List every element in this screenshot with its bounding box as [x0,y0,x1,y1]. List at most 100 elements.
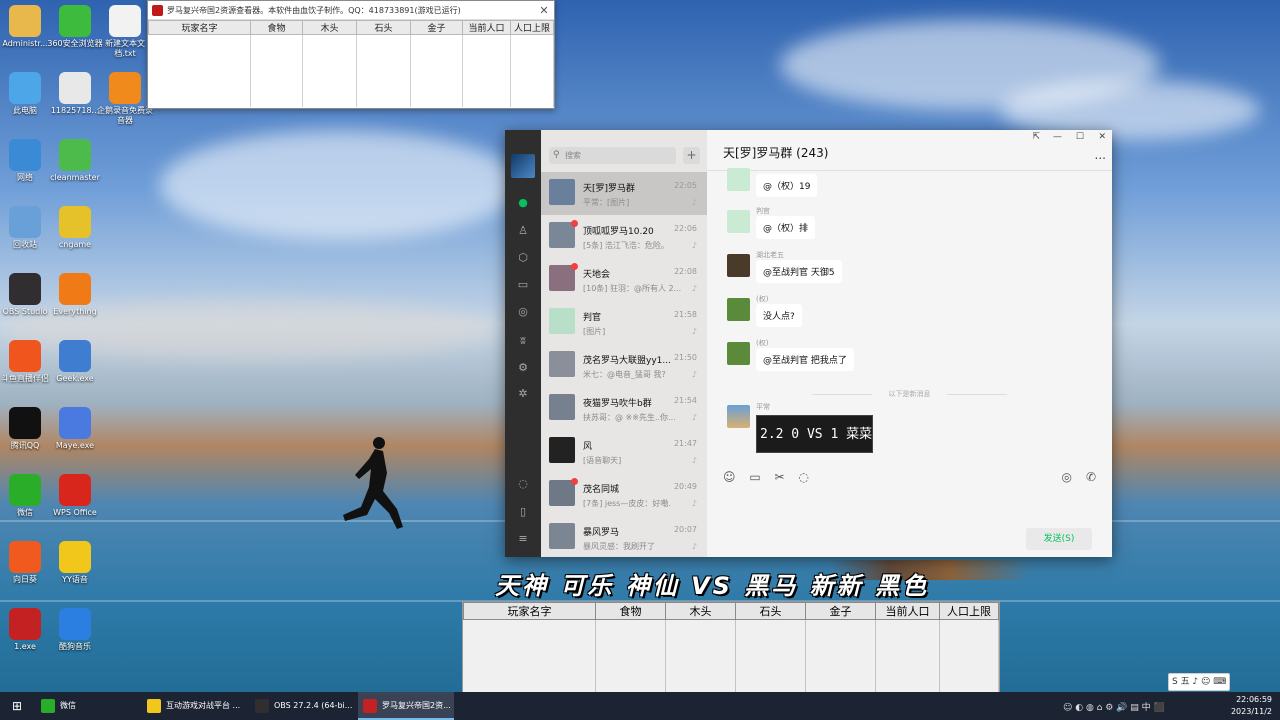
files-icon[interactable]: ▭ [516,278,530,292]
taskbar-item[interactable]: 罗马复兴帝国2资... [358,692,454,720]
resource-viewer-window[interactable]: 罗马复兴帝国2资源查看器。本软件由血饮子制作。QQ：418733891(游戏已运… [147,0,555,109]
system-tray[interactable]: ☺ ◐ ◍ ⌂ ⚙ 🔊 ▤ 中 ⬛ [1063,700,1165,713]
message-bubble[interactable]: @（权）排 [756,216,816,239]
desktop-icon[interactable]: Geek.exe [47,340,103,384]
minimize-icon[interactable]: — [1053,132,1062,142]
desktop-icon[interactable]: OBS Studio [0,273,53,317]
col-header: 人口上限 [939,602,999,620]
more-options-icon[interactable]: ... [1095,148,1106,162]
desktop-icon[interactable]: 此电脑 [0,72,53,116]
app-icon [363,699,377,713]
chat-list-item[interactable]: 夜猫罗马吹牛b群 21:54 扶苏哥：@ ※※先生..你... ♪ [541,387,707,430]
pin-icon[interactable]: ⇱ [1032,132,1040,142]
desktop-icon[interactable]: 向日葵 [0,541,53,585]
send-button[interactable]: 发送(S) [1026,528,1092,550]
moments-icon[interactable]: ◎ [516,305,530,319]
add-chat-button[interactable]: + [683,147,700,164]
chat-panel: 天[罗]罗马群 (243) ⇱ — ☐ ✕ ... @（权）19 判官 @（权）排湖… [707,130,1112,557]
desktop-icon[interactable]: cngame [47,206,103,250]
desktop-icon-label: 企鹅录音免费录音器 [97,106,153,125]
wechat-window[interactable]: ● ♙ ⬡ ▭ ◎ ʬ ⚙ ✲ ◌ ▯ ≡ ⚲ 搜索 + 天[罗]罗马群 22:0… [505,130,1112,557]
miniprogram-icon[interactable]: ⚙ [516,361,530,375]
avatar [549,351,575,377]
close-icon[interactable]: ✕ [1098,132,1106,142]
avatar[interactable] [727,254,750,277]
message-bubble[interactable]: @至战判官 天御5 [756,260,842,283]
video-icon[interactable]: ◎ [1062,470,1072,484]
chat-list-item[interactable]: 顶呱呱罗马10.20 22:06 [5条] 浩江飞浩：危险。 ♪ [541,215,707,258]
avatar[interactable] [727,168,750,191]
folder-icon[interactable]: ▭ [749,470,760,484]
clock[interactable]: 22:06:59 2023/11/2 [1231,694,1272,718]
video-message[interactable]: 2.2 0 VS 1 菜菜 [756,415,873,453]
desktop-icon[interactable]: 360安全浏览器 [47,5,103,49]
app-icon [9,72,41,104]
sender-name: 判官 [756,207,770,215]
avatar[interactable] [727,210,750,233]
search-input[interactable]: ⚲ 搜索 [549,147,676,164]
message-bubble[interactable]: @至战判官 把我点了 [756,348,854,371]
desktop-icon[interactable]: 斗鱼直播伴侣 [0,340,53,384]
chat-list-item[interactable]: 天[罗]罗马群 22:05 平常：[图片] ♪ [541,172,707,215]
ime-toolbar[interactable]: S 五 ♪ ☺ ⌨ [1168,673,1230,691]
chat-list-item[interactable]: 暴风罗马 20:07 暴风灵感：我刷开了 ♪ [541,516,707,559]
resource-viewer-titlebar[interactable]: 罗马复兴帝国2资源查看器。本软件由血饮子制作。QQ：418733891(游戏已运… [148,1,554,20]
chat-list-item[interactable]: 茂名同城 20:49 [7条] jess—皮皮：好嘞. ♪ [541,473,707,516]
desktop-icon[interactable]: 腾讯QQ [0,407,53,451]
chat-bubble-icon[interactable]: ◌ [798,470,808,484]
desktop-icon[interactable]: Everything [47,273,103,317]
desktop-icon[interactable]: 酷狗音乐 [47,608,103,652]
desktop-icon[interactable]: cleanmaster [47,139,103,183]
avatar[interactable] [511,154,535,178]
mute-icon: ♪ [691,499,697,508]
chat-list-item[interactable]: 风 21:47 [语音聊天] ♪ [541,430,707,473]
avatar[interactable] [727,298,750,321]
app-icon [59,407,91,439]
desktop-icon[interactable]: 微信 [0,474,53,518]
desktop-icon[interactable]: 1.exe [0,608,53,652]
desktop-icon[interactable]: Administr... [0,5,53,49]
emoji-icon[interactable]: ☺ [723,470,736,484]
chat-name: 天[罗]罗马群 [583,184,636,194]
desktop-icon-label: 腾讯QQ [10,441,40,450]
desktop-icon[interactable]: 11825718... [47,72,103,116]
desktop-icon[interactable]: 网络 [0,139,53,183]
desktop-icon[interactable]: WPS Office [47,474,103,518]
channels-icon[interactable]: ʬ [516,334,530,348]
taskbar-item[interactable]: 微信 [36,692,140,720]
desktop-icon-label: 向日葵 [13,575,37,584]
taskbar-item[interactable]: 互动游戏对战平台 ... [142,692,248,720]
favorites-icon[interactable]: ⬡ [516,251,530,265]
app-icon [9,474,41,506]
mini-icon[interactable]: ◌ [516,477,530,491]
maximize-icon[interactable]: ☐ [1076,132,1084,142]
desktop-icon[interactable]: YY语音 [47,541,103,585]
message-bubble[interactable]: @（权）19 [756,174,818,197]
avatar[interactable] [727,405,750,428]
desktop-icon[interactable]: 回收站 [0,206,53,250]
phone-icon[interactable]: ✆ [1086,470,1096,484]
sender-name: 湖北老五 [756,251,784,259]
col-header: 人口上限 [510,20,554,35]
desktop-icon[interactable]: 企鹅录音免费录音器 [97,72,153,126]
search-feed-icon[interactable]: ✲ [516,387,530,401]
chat-list-item[interactable]: 天地会 22:08 [10条] 狂羽：@所有人 2... ♪ [541,258,707,301]
chat-list-item[interactable]: 判官 21:58 [图片] ♪ [541,301,707,344]
message-bubble[interactable]: 没人点? [756,304,802,327]
desktop-icon[interactable]: Maye.exe [47,407,103,451]
chat-icon[interactable]: ● [516,196,530,210]
start-button[interactable]: ⊞ [0,692,34,720]
close-icon[interactable]: ✕ [534,4,554,17]
resource-table-large[interactable]: 玩家名字 食物 木头 石头 金子 当前人口 人口上限 [462,601,1000,693]
desktop-icon[interactable]: 新建文本文档.txt [97,5,153,59]
desktop-icon-label: 斗鱼直播伴侣 [1,374,49,383]
avatar[interactable] [727,342,750,365]
menu-icon[interactable]: ≡ [516,532,530,546]
phone-icon[interactable]: ▯ [516,505,530,519]
chat-time: 21:47 [673,439,697,448]
taskbar-item[interactable]: OBS 27.2.4 (64-bi... [250,692,356,720]
chat-list-item[interactable]: 茂名罗马大联盟yy1... 21:50 米七：@电音_猛哥 我? ♪ [541,344,707,387]
scissors-icon[interactable]: ✂ [775,470,785,484]
contacts-icon[interactable]: ♙ [516,224,530,238]
desktop-icon-label: Administr... [2,39,48,48]
